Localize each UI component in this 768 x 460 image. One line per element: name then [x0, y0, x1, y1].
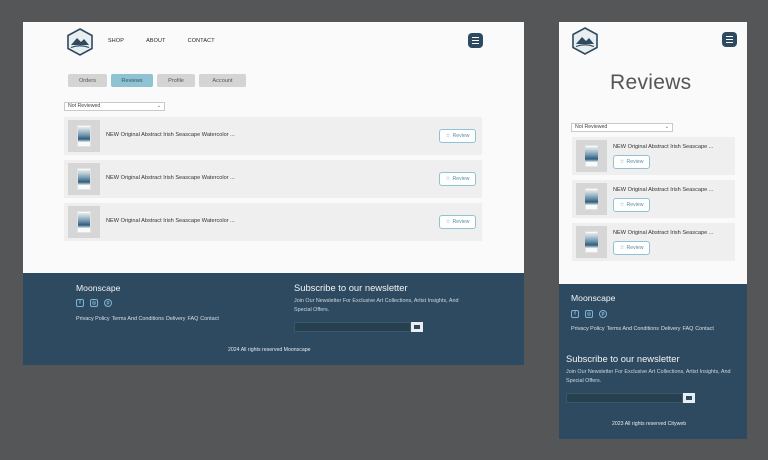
- newsletter-description: Join Our Newsletter For Exclusive Art Co…: [294, 298, 459, 313]
- review-button[interactable]: ☆ Review: [439, 129, 476, 143]
- newsletter-description: Join Our Newsletter For Exclusive Art Co…: [566, 369, 731, 384]
- star-icon: ☆: [619, 159, 625, 165]
- footer-link-privacy[interactable]: Privacy Policy: [571, 326, 605, 332]
- newsletter-title: Subscribe to our newsletter: [294, 282, 408, 293]
- mobile-view: Reviews Not Reviewed ⌄ NEW Original Abst…: [559, 22, 747, 439]
- item-title: NEW Original Abstract Irish Seascape ...: [613, 144, 714, 150]
- filter-selected-label: Not Reviewed: [575, 124, 608, 130]
- footer-link-contact[interactable]: Contact: [695, 326, 714, 332]
- hamburger-icon[interactable]: [468, 33, 483, 48]
- list-item: NEW Original Abstract Irish Seascape Wat…: [64, 117, 482, 155]
- product-thumbnail[interactable]: [576, 183, 607, 215]
- product-thumbnail[interactable]: [68, 206, 100, 238]
- tab-orders[interactable]: Orders: [68, 74, 107, 87]
- item-title: NEW Original Abstract Irish Seascape Wat…: [106, 175, 235, 181]
- product-thumbnail[interactable]: [576, 226, 607, 258]
- newsletter-email-input[interactable]: [566, 393, 683, 403]
- item-title: NEW Original Abstract Irish Seascape ...: [613, 230, 714, 236]
- list-item: NEW Original Abstract Irish Seascape Wat…: [64, 160, 482, 198]
- item-title: NEW Original Abstract Irish Seascape Wat…: [106, 132, 235, 138]
- footer-link-faq[interactable]: FAQ: [682, 326, 693, 332]
- list-item: NEW Original Abstract Irish Seascape ...…: [572, 137, 735, 175]
- envelope-icon: [414, 325, 420, 329]
- facebook-icon[interactable]: f: [571, 310, 579, 318]
- copyright: 2024 All rights reserved Moonscape: [228, 347, 311, 353]
- review-button[interactable]: ☆ Review: [613, 198, 650, 212]
- star-icon: ☆: [619, 202, 625, 208]
- footer-brand: Moonscape: [76, 283, 121, 293]
- review-filter-select[interactable]: Not Reviewed ⌄: [571, 123, 673, 132]
- footer-link-delivery[interactable]: Delivery: [166, 316, 185, 322]
- tab-account[interactable]: Account: [199, 74, 246, 87]
- tab-reviews[interactable]: Reviews: [111, 74, 153, 87]
- nav-about[interactable]: ABOUT: [146, 38, 166, 44]
- nav-contact[interactable]: CONTACT: [188, 38, 215, 44]
- item-title: NEW Original Abstract Irish Seascape ...: [613, 187, 714, 193]
- review-button[interactable]: ☆ Review: [439, 172, 476, 186]
- list-item: NEW Original Abstract Irish Seascape Wat…: [64, 203, 482, 241]
- tab-profile[interactable]: Profile: [157, 74, 195, 87]
- mountain-hexagon-logo[interactable]: [67, 28, 93, 56]
- review-button[interactable]: ☆ Review: [613, 155, 650, 169]
- nav-shop[interactable]: SHOP: [108, 38, 124, 44]
- product-thumbnail[interactable]: [68, 120, 100, 152]
- review-button[interactable]: ☆ Review: [439, 215, 476, 229]
- item-title: NEW Original Abstract Irish Seascape Wat…: [106, 218, 235, 224]
- mountain-hexagon-logo[interactable]: [572, 27, 598, 55]
- instagram-icon[interactable]: ◎: [585, 310, 593, 318]
- star-icon: ☆: [445, 176, 451, 182]
- list-item: NEW Original Abstract Irish Seascape ...…: [572, 223, 735, 261]
- envelope-icon: [686, 396, 692, 400]
- product-thumbnail[interactable]: [68, 163, 100, 195]
- site-footer: Moonscape f ◎ p Privacy Policy Terms And…: [559, 284, 747, 439]
- footer-link-faq[interactable]: FAQ: [187, 316, 198, 322]
- filter-selected-label: Not Reviewed: [68, 103, 101, 109]
- review-button[interactable]: ☆ Review: [613, 241, 650, 255]
- star-icon: ☆: [619, 245, 625, 251]
- footer-link-terms[interactable]: Terms And Conditions: [112, 316, 164, 322]
- copyright: 2023 All rights reserved Cityweb: [612, 421, 687, 427]
- footer-link-privacy[interactable]: Privacy Policy: [76, 316, 110, 322]
- footer-link-delivery[interactable]: Delivery: [661, 326, 680, 332]
- star-icon: ☆: [445, 219, 451, 225]
- review-filter-select[interactable]: Not Reviewed ⌄: [64, 102, 165, 111]
- instagram-icon[interactable]: ◎: [90, 299, 98, 307]
- hamburger-icon[interactable]: [722, 32, 737, 47]
- pinterest-icon[interactable]: p: [599, 310, 607, 318]
- facebook-icon[interactable]: f: [76, 299, 84, 307]
- chevron-down-icon: ⌄: [664, 124, 669, 130]
- pinterest-icon[interactable]: p: [104, 299, 112, 307]
- newsletter-submit-button[interactable]: [411, 322, 423, 332]
- desktop-view: SHOP ABOUT CONTACT Orders Reviews Profil…: [23, 22, 524, 365]
- site-footer: Moonscape f ◎ p Privacy Policy Terms And…: [23, 273, 524, 365]
- star-icon: ☆: [445, 133, 451, 139]
- list-item: NEW Original Abstract Irish Seascape ...…: [572, 180, 735, 218]
- newsletter-submit-button[interactable]: [683, 393, 695, 403]
- page-title: Reviews: [610, 71, 692, 94]
- newsletter-title: Subscribe to our newsletter: [566, 353, 680, 364]
- newsletter-email-input[interactable]: [294, 322, 411, 332]
- footer-link-terms[interactable]: Terms And Conditions: [607, 326, 659, 332]
- footer-link-contact[interactable]: Contact: [200, 316, 219, 322]
- chevron-down-icon: ⌄: [156, 103, 161, 109]
- product-thumbnail[interactable]: [576, 140, 607, 172]
- footer-brand: Moonscape: [571, 293, 616, 303]
